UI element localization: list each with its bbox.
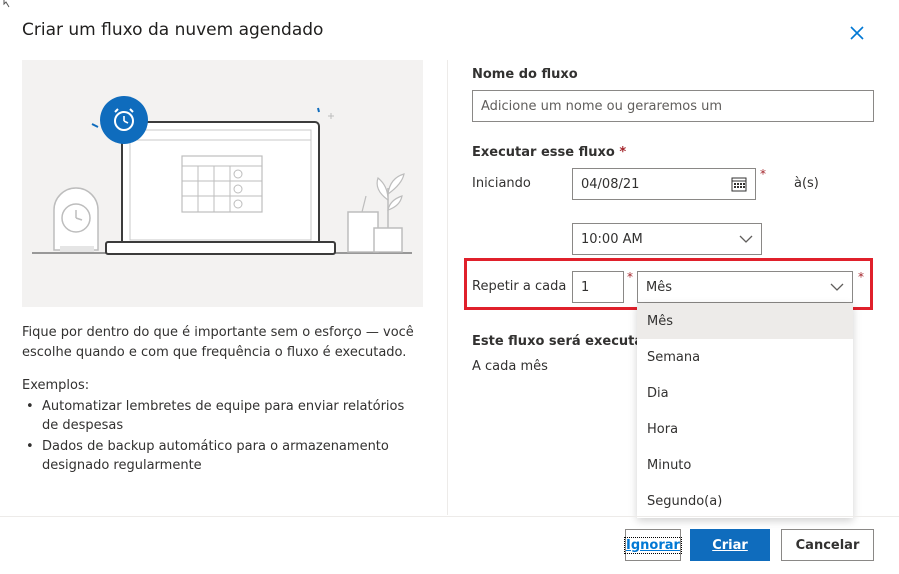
- flow-name-placeholder: Adicione um nome ou geraremos um: [481, 98, 723, 114]
- examples-heading: Exemplos:: [22, 378, 90, 393]
- chevron-down-icon: [739, 235, 753, 243]
- at-label: à(s): [794, 176, 819, 191]
- create-button-label: Criar: [712, 537, 748, 553]
- mouse-cursor-icon: [3, 0, 10, 8]
- create-button[interactable]: Criar: [690, 529, 770, 561]
- repeat-interval-value: 1: [581, 279, 590, 295]
- repeat-unit-value: Mês: [646, 279, 672, 295]
- option-month[interactable]: Mês: [637, 303, 853, 339]
- start-time-value: 10:00 AM: [581, 231, 643, 247]
- run-flow-label-text: Executar esse fluxo: [472, 145, 615, 160]
- skip-button-label: Ignorar: [624, 536, 682, 554]
- option-day[interactable]: Dia: [637, 375, 853, 411]
- start-date-value: 04/08/21: [581, 176, 640, 192]
- list-item: Automatizar lembretes de equipe para env…: [22, 397, 422, 435]
- cancel-button[interactable]: Cancelar: [781, 529, 874, 561]
- footer-divider: [0, 516, 899, 517]
- repeat-unit-options: Mês Semana Dia Hora Minuto Segundo(a): [637, 303, 853, 518]
- skip-button[interactable]: Ignorar: [624, 529, 682, 561]
- list-item: Dados de backup automático para o armaze…: [22, 437, 422, 475]
- vertical-divider: [447, 60, 448, 515]
- required-mark: *: [627, 270, 633, 284]
- start-time-dropdown[interactable]: 10:00 AM: [572, 223, 762, 255]
- option-week[interactable]: Semana: [637, 339, 853, 375]
- laptop-calendar-illustration: [32, 96, 412, 255]
- run-flow-label: Executar esse fluxo *: [472, 145, 626, 160]
- summary-value: A cada mês: [472, 359, 548, 374]
- required-mark: *: [858, 270, 864, 284]
- intro-description: Fique por dentro do que é importante sem…: [22, 325, 414, 360]
- option-second[interactable]: Segundo(a): [637, 483, 853, 519]
- option-minute[interactable]: Minuto: [637, 447, 853, 483]
- repeat-interval-input[interactable]: 1: [572, 271, 624, 303]
- required-mark: *: [760, 167, 766, 181]
- illustration: [22, 60, 423, 307]
- starting-label: Iniciando: [472, 176, 531, 191]
- flow-name-label: Nome do fluxo: [472, 67, 578, 82]
- close-icon[interactable]: [848, 24, 866, 42]
- repeat-label: Repetir a cada: [472, 279, 567, 294]
- repeat-unit-dropdown[interactable]: Mês: [637, 271, 853, 303]
- dialog-title: Criar um fluxo da nuvem agendado: [22, 20, 324, 40]
- examples-list: Automatizar lembretes de equipe para env…: [22, 397, 422, 477]
- chevron-down-icon: [830, 283, 844, 291]
- cancel-button-label: Cancelar: [795, 537, 860, 553]
- start-date-picker[interactable]: 04/08/21: [572, 168, 756, 200]
- calendar-icon[interactable]: [731, 176, 747, 192]
- option-hour[interactable]: Hora: [637, 411, 853, 447]
- flow-name-input[interactable]: Adicione um nome ou geraremos um: [472, 90, 874, 122]
- required-mark: *: [619, 145, 627, 160]
